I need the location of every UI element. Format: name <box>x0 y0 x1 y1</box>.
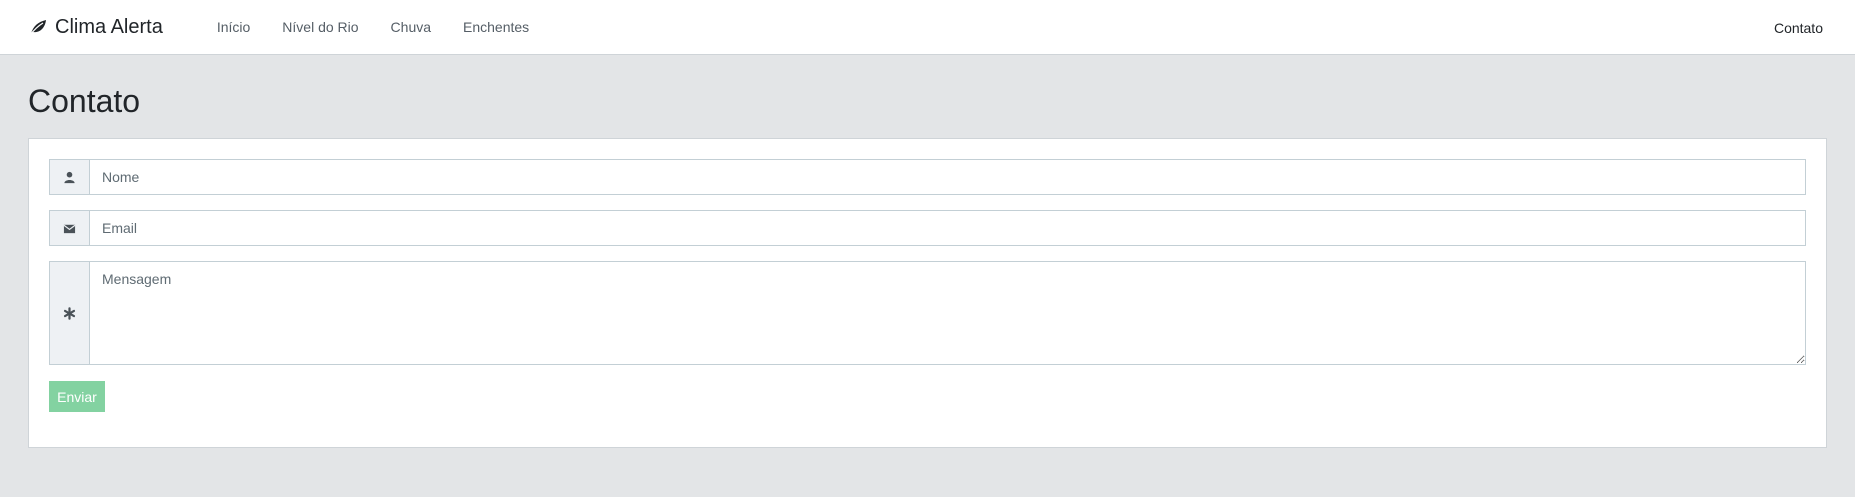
asterisk-icon <box>50 262 90 364</box>
name-field-group <box>49 159 1806 195</box>
user-icon <box>50 160 90 194</box>
nav-link-inicio[interactable]: Início <box>213 19 266 35</box>
envelope-icon <box>50 211 90 245</box>
name-input[interactable] <box>90 160 1805 194</box>
email-input[interactable] <box>90 211 1805 245</box>
nav-link-nivel-do-rio[interactable]: Nível do Rio <box>266 19 374 35</box>
leaf-icon <box>28 17 48 37</box>
message-textarea[interactable] <box>90 262 1805 364</box>
email-field-group <box>49 210 1806 246</box>
page-title: Contato <box>28 83 141 119</box>
nav-link-enchentes[interactable]: Enchentes <box>447 19 545 35</box>
nav-link-contato[interactable]: Contato <box>1774 20 1823 36</box>
brand-label: Clima Alerta <box>55 15 163 38</box>
nav-link-chuva[interactable]: Chuva <box>375 19 447 35</box>
nav-links: Início Nível do Rio Chuva Enchentes <box>213 19 545 35</box>
contact-form-card: Enviar <box>28 138 1827 448</box>
submit-button[interactable]: Enviar <box>49 381 105 412</box>
nav-right: Contato <box>1774 0 1823 55</box>
brand-link[interactable]: Clima Alerta <box>28 16 163 39</box>
message-field-group <box>49 261 1806 365</box>
navbar: Clima Alerta Início Nível do Rio Chuva E… <box>0 0 1855 55</box>
